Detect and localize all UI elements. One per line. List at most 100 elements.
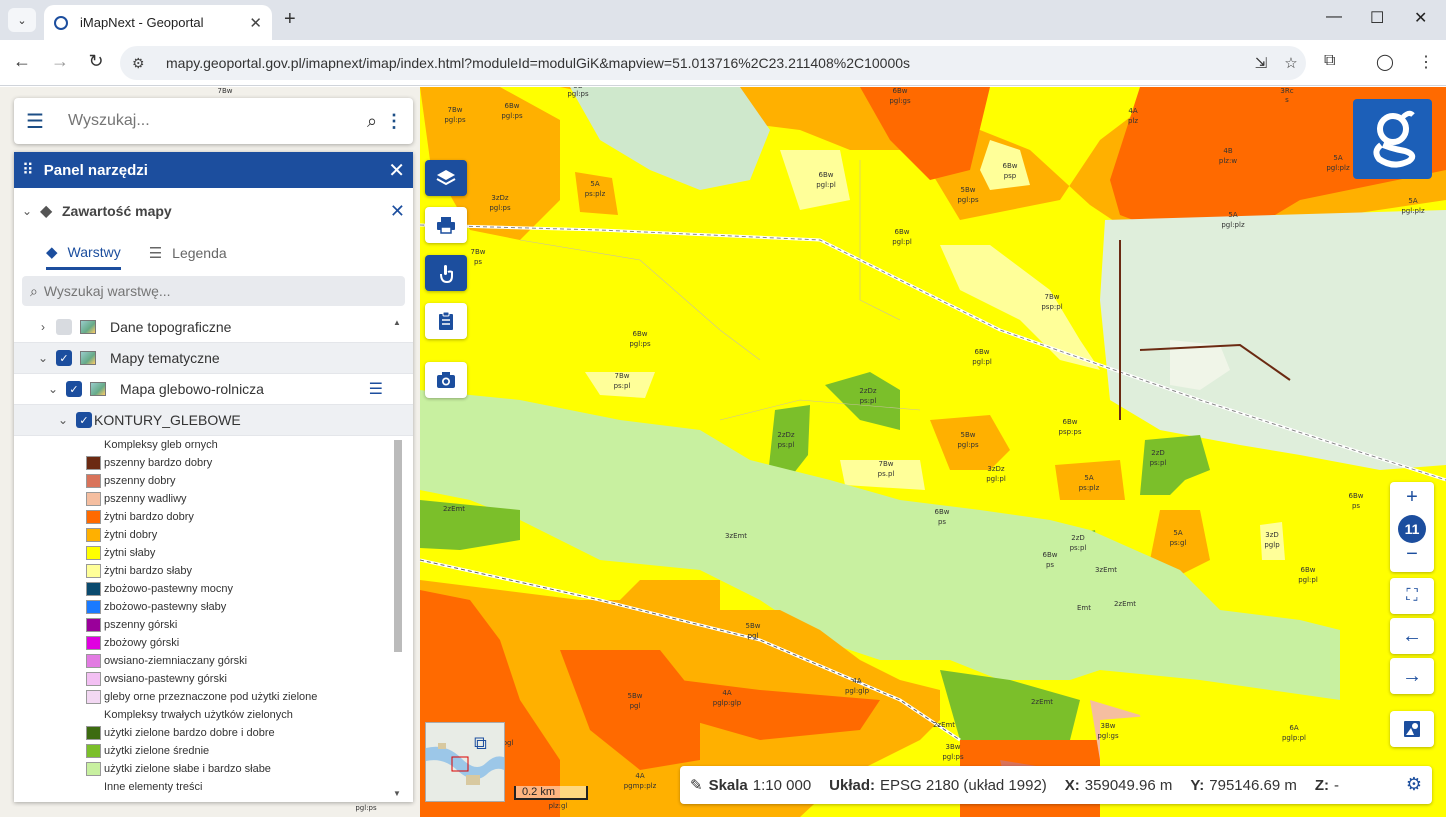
- install-app-icon[interactable]: ⇲: [1246, 54, 1276, 72]
- overview-minimap[interactable]: ⧉: [425, 722, 505, 802]
- soil-contour-label: 5A: [1173, 529, 1182, 537]
- soil-contour-label: ps:pl: [614, 382, 631, 390]
- tab-close-icon[interactable]: ✕: [249, 14, 262, 32]
- tab-legend[interactable]: ☰ Legenda: [149, 236, 227, 270]
- previous-view-button[interactable]: ←: [1390, 618, 1434, 654]
- fullscreen-button[interactable]: ⛶: [1390, 578, 1434, 614]
- search-icon[interactable]: ⌕: [359, 111, 385, 132]
- layer-checkbox[interactable]: ✓: [66, 381, 82, 397]
- map-content-section[interactable]: ⌄ ◆ Zawartość mapy ✕: [14, 188, 413, 234]
- soil-contour-label: 4A: [1128, 107, 1137, 115]
- chevron-down-icon[interactable]: ⌄: [30, 351, 56, 365]
- soil-contour-label: 6Bw: [505, 102, 520, 110]
- zoom-out-icon[interactable]: −: [1406, 543, 1418, 566]
- legend-item: zbożowo-pastewny mocny: [86, 580, 413, 598]
- soil-contour-label: 5Bw: [961, 186, 976, 194]
- site-info-icon[interactable]: ⚙: [132, 55, 152, 72]
- address-bar[interactable]: ⚙ mapy.geoportal.gov.pl/imapnext/imap/in…: [120, 46, 1306, 80]
- browser-tab[interactable]: iMapNext - Geoportal ✕: [44, 5, 272, 40]
- layer-options-icon[interactable]: ☰: [369, 379, 383, 399]
- zoom-in-icon[interactable]: +: [1406, 486, 1418, 509]
- legend-item: gleby orne przeznaczone pod użytki zielo…: [86, 688, 413, 706]
- gear-icon[interactable]: ⚙: [1406, 774, 1422, 795]
- browser-menu-icon[interactable]: ⋮: [1418, 52, 1434, 72]
- next-view-button[interactable]: →: [1390, 658, 1434, 694]
- legend-swatch: [86, 672, 101, 686]
- layer-row-topo[interactable]: › Dane topograficzne: [14, 312, 413, 343]
- chevron-down-icon[interactable]: ⌄: [50, 413, 76, 427]
- close-section-icon[interactable]: ✕: [390, 201, 405, 222]
- layer-checkbox[interactable]: ✓: [76, 412, 92, 428]
- screenshot-button[interactable]: [425, 362, 467, 398]
- layer-checkbox[interactable]: ✓: [56, 350, 72, 366]
- soil-contour-label: 5A: [1408, 197, 1417, 205]
- soil-contour-label: 4A: [852, 677, 861, 685]
- chevron-down-icon[interactable]: ⌄: [22, 204, 40, 218]
- layer-label: Mapa glebowo-rolnicza: [120, 381, 264, 397]
- tab-layers[interactable]: ◆ Warstwy: [46, 236, 121, 270]
- legend-swatch: [86, 600, 101, 614]
- legend-label: gleby orne przeznaczone pod użytki zielo…: [104, 691, 318, 703]
- chevron-down-icon[interactable]: ⌄: [40, 382, 66, 396]
- crs-label: Układ:: [829, 776, 876, 794]
- soil-contour-label: 6Bw: [1349, 492, 1364, 500]
- soil-contour-label: psp: [1004, 172, 1017, 180]
- print-icon: [437, 217, 455, 234]
- layers-button[interactable]: [425, 160, 467, 196]
- print-button[interactable]: [425, 207, 467, 243]
- forward-nav-icon[interactable]: →: [48, 51, 72, 72]
- window-close-button[interactable]: ✕: [1414, 8, 1427, 28]
- geoportal-logo[interactable]: [1353, 99, 1432, 179]
- soil-contour-label: 7Bw: [448, 106, 463, 114]
- more-options-icon[interactable]: ⋮: [385, 111, 403, 132]
- soil-contour-label: 3zEmt: [725, 532, 747, 540]
- soil-contour-label: ps:plz: [585, 190, 606, 198]
- pencil-icon[interactable]: ✎: [690, 776, 703, 794]
- soil-contour-label: s: [1285, 96, 1289, 104]
- scrollbar[interactable]: ▲ ▼: [393, 318, 403, 798]
- tools-panel-title: Panel narzędzi: [43, 161, 148, 179]
- scroll-up-icon[interactable]: ▲: [393, 318, 401, 327]
- scroll-down-icon[interactable]: ▼: [393, 789, 401, 798]
- soil-contour-label: pgmp:plz: [624, 782, 657, 790]
- close-panel-icon[interactable]: ✕: [388, 158, 405, 183]
- legend-label: zbożowo-pastewny mocny: [104, 583, 234, 595]
- hamburger-menu-icon[interactable]: ☰: [26, 109, 56, 134]
- soil-contour-label: 2zEmt: [1031, 698, 1053, 706]
- extensions-icon[interactable]: ⧉: [1324, 52, 1335, 70]
- scrollbar-thumb[interactable]: [394, 440, 402, 652]
- layer-row-soil[interactable]: ⌄ ✓ Mapa glebowo-rolnicza ☰: [14, 374, 413, 405]
- soil-contour-label: 4B: [1223, 147, 1232, 155]
- reload-icon[interactable]: ↻: [84, 51, 108, 72]
- layer-checkbox[interactable]: [56, 319, 72, 335]
- bookmark-star-icon[interactable]: ☆: [1276, 54, 1306, 72]
- scale-bar: 0.2 km: [514, 786, 588, 800]
- soil-contour-label: 6Bw: [819, 171, 834, 179]
- chevron-right-icon[interactable]: ›: [30, 320, 56, 334]
- profile-avatar-icon[interactable]: ◯: [1376, 52, 1394, 72]
- open-external-icon[interactable]: ⧉: [474, 733, 487, 754]
- soil-contour-label: 2zD: [1151, 449, 1165, 457]
- maximize-button[interactable]: ☐: [1370, 8, 1384, 28]
- layer-search-input[interactable]: [43, 283, 397, 299]
- basemap-button[interactable]: [1390, 711, 1434, 747]
- crs-value: EPSG 2180 (układ 1992): [880, 776, 1047, 794]
- tab-legend-label: Legenda: [172, 245, 227, 261]
- tab-list-button[interactable]: ⌄: [8, 8, 36, 32]
- search-input[interactable]: [68, 112, 359, 130]
- soil-contour-label: ps:pl: [1070, 544, 1087, 552]
- tools-panel-header: ⠿ Panel narzędzi ✕: [14, 152, 413, 188]
- url-text[interactable]: mapy.geoportal.gov.pl/imapnext/imap/inde…: [166, 55, 1246, 71]
- crs-group[interactable]: Układ: EPSG 2180 (układ 1992): [829, 777, 1047, 794]
- new-tab-button[interactable]: +: [284, 8, 296, 31]
- clipboard-button[interactable]: [425, 303, 467, 339]
- soil-contour-label: 5Bw: [961, 431, 976, 439]
- minimize-button[interactable]: —: [1326, 8, 1342, 26]
- back-nav-icon[interactable]: ←: [10, 51, 34, 72]
- legend-swatch: [86, 456, 101, 470]
- layer-row-contours[interactable]: ⌄ ✓ KONTURY_GLEBOWE: [14, 405, 413, 436]
- identify-button[interactable]: [425, 255, 467, 291]
- soil-contour-label: 6Bw: [1063, 418, 1078, 426]
- layer-row-thematic[interactable]: ⌄ ✓ Mapy tematyczne: [14, 343, 413, 374]
- scale-group[interactable]: ✎ Skala 1:10 000: [690, 776, 811, 795]
